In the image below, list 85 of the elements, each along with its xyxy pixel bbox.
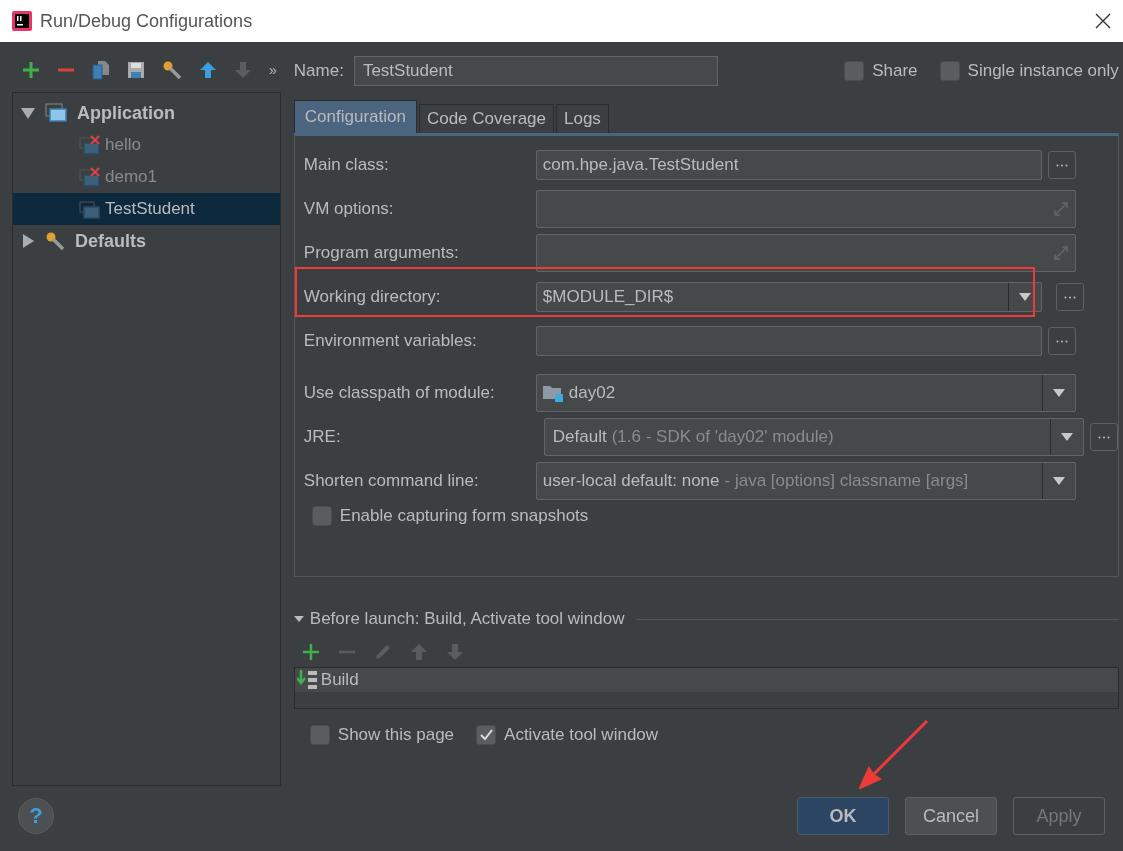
wrench-icon bbox=[45, 231, 65, 251]
field-label: Main class: bbox=[303, 155, 390, 175]
tree-label: Defaults bbox=[75, 230, 146, 252]
tab[interactable]: Code Coverage bbox=[418, 104, 554, 133]
window-error-icon bbox=[79, 135, 103, 155]
arrow-up-icon[interactable] bbox=[199, 61, 217, 79]
checkbox[interactable] bbox=[844, 61, 865, 81]
build-icon bbox=[296, 670, 319, 690]
checkbox-label: Activate tool window bbox=[504, 725, 659, 745]
checkbox[interactable] bbox=[311, 506, 332, 526]
tab[interactable]: Logs bbox=[556, 104, 609, 133]
close-icon[interactable] bbox=[1095, 13, 1111, 29]
arrow-down-icon[interactable] bbox=[234, 61, 252, 79]
text-field[interactable] bbox=[535, 234, 1076, 272]
tree-label: hello bbox=[105, 135, 141, 155]
window-icon bbox=[45, 103, 67, 123]
checkbox-label: Enable capturing form snapshots bbox=[339, 506, 589, 526]
checkbox-option[interactable]: Share bbox=[844, 61, 918, 81]
app-logo-icon bbox=[12, 11, 32, 31]
expanded-triangle-icon[interactable] bbox=[293, 614, 304, 624]
expanded-triangle-icon[interactable] bbox=[21, 106, 35, 120]
field-label: Environment variables: bbox=[303, 331, 478, 351]
tree-item[interactable]: demo1 bbox=[13, 161, 280, 193]
checkbox-label: Show this page bbox=[337, 725, 455, 745]
add-icon[interactable] bbox=[301, 643, 320, 661]
text-field[interactable] bbox=[535, 326, 1042, 356]
tree-item[interactable]: Application bbox=[13, 97, 280, 129]
checkbox[interactable] bbox=[939, 61, 960, 81]
field-label: Use classpath of module: bbox=[303, 383, 496, 403]
help-button[interactable]: ? bbox=[18, 798, 54, 834]
dialog-button[interactable]: Cancel bbox=[905, 797, 997, 835]
expand-icon[interactable] bbox=[1052, 201, 1069, 217]
pencil-icon[interactable] bbox=[373, 643, 392, 661]
module-folder-icon bbox=[542, 384, 563, 402]
checkbox-option[interactable]: Single instance only bbox=[939, 61, 1119, 81]
task-item[interactable]: Build bbox=[294, 668, 1118, 692]
section-title: Before launch: Build, Activate tool window bbox=[309, 609, 625, 629]
field-label: VM options: bbox=[303, 199, 395, 219]
ellipsis-icon bbox=[1055, 163, 1068, 167]
tree-label: demo1 bbox=[105, 167, 157, 187]
window-icon bbox=[79, 199, 103, 219]
browse-button[interactable] bbox=[1055, 283, 1084, 311]
checkbox[interactable] bbox=[309, 725, 330, 745]
dropdown[interactable]: day02 bbox=[535, 374, 1076, 412]
browse-button[interactable] bbox=[1047, 327, 1076, 355]
tree-label: TestStudent bbox=[105, 199, 195, 219]
save-icon[interactable] bbox=[127, 61, 145, 79]
add-icon[interactable] bbox=[22, 61, 40, 79]
checkbox-label: Share bbox=[872, 61, 918, 81]
arrow-up-icon[interactable] bbox=[409, 643, 428, 661]
collapsed-triangle-icon[interactable] bbox=[21, 234, 35, 248]
field-label: Shorten command line: bbox=[303, 471, 480, 491]
arrow-down-icon[interactable] bbox=[445, 643, 464, 661]
checkbox[interactable] bbox=[476, 725, 497, 745]
ellipsis-icon bbox=[1063, 295, 1076, 299]
dropdown[interactable]: user-local default: none - java [options] classname [args] bbox=[535, 462, 1076, 500]
checkbox-option[interactable]: Enable capturing form snapshots bbox=[311, 506, 1118, 526]
checkbox-option[interactable]: Show this page bbox=[309, 725, 455, 745]
copy-icon[interactable] bbox=[92, 60, 110, 80]
tree-label: Application bbox=[77, 102, 175, 124]
expand-icon[interactable] bbox=[1052, 245, 1069, 261]
more-button[interactable]: » bbox=[269, 62, 277, 78]
dropdown[interactable]: $MODULE_DIR$ bbox=[535, 282, 1042, 312]
tab[interactable]: Configuration bbox=[293, 100, 417, 133]
tree-item[interactable]: hello bbox=[13, 129, 280, 161]
field-label: Working directory: bbox=[303, 287, 442, 307]
field-label: Program arguments: bbox=[303, 243, 460, 263]
dialog-button[interactable]: OK bbox=[797, 797, 889, 835]
tree-item[interactable]: Defaults bbox=[13, 225, 280, 257]
text-field[interactable] bbox=[535, 190, 1076, 228]
ellipsis-icon bbox=[1097, 435, 1110, 439]
name-field[interactable]: TestStudent bbox=[353, 56, 718, 86]
window-title: Run/Debug Configurations bbox=[40, 10, 254, 32]
text-field[interactable]: com.hpe.java.TestStudent bbox=[535, 150, 1042, 180]
browse-button[interactable] bbox=[1089, 423, 1118, 451]
checkbox-label: Single instance only bbox=[967, 61, 1119, 81]
checkbox-option[interactable]: Activate tool window bbox=[476, 725, 659, 745]
name-label: Name: bbox=[293, 61, 344, 81]
window-error-icon bbox=[79, 167, 103, 187]
ellipsis-icon bbox=[1055, 339, 1068, 343]
browse-button[interactable] bbox=[1047, 151, 1076, 179]
tree-item[interactable]: TestStudent bbox=[13, 193, 280, 225]
dropdown[interactable]: Default (1.6 - SDK of 'day02' module) bbox=[543, 418, 1084, 456]
field-label: JRE: bbox=[303, 427, 342, 447]
wrench-icon[interactable] bbox=[162, 60, 182, 80]
